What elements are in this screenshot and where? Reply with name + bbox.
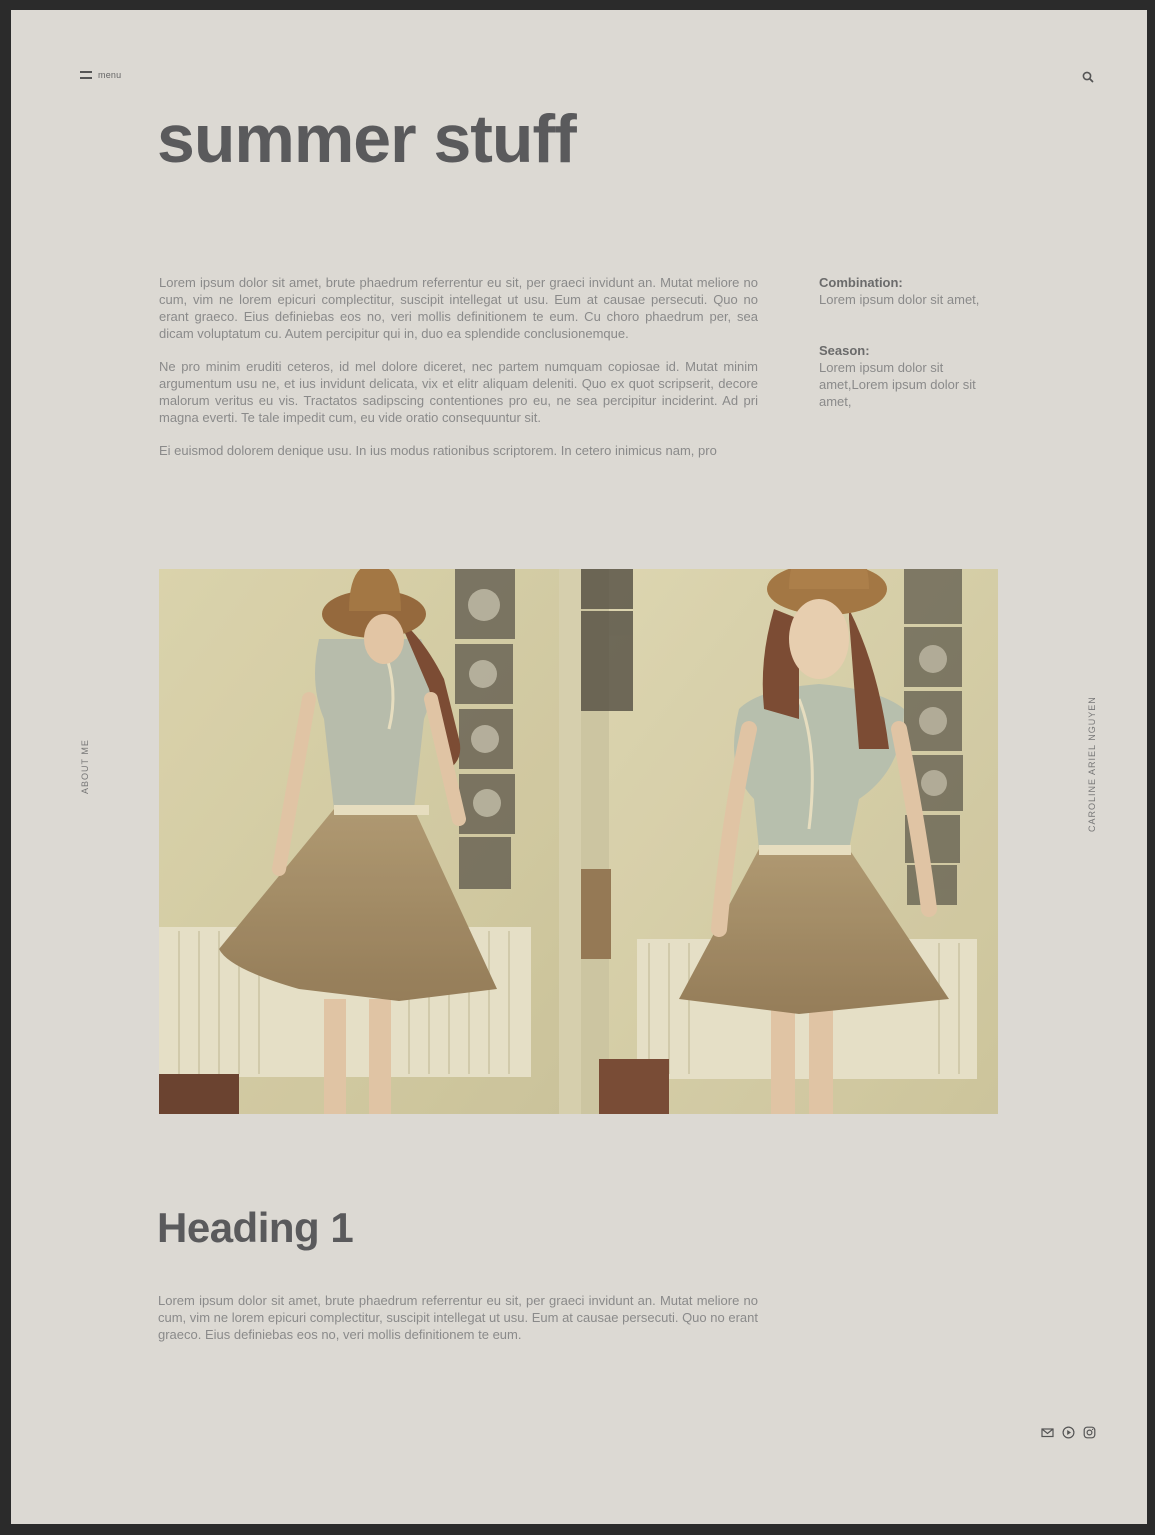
outfit-details: Combination: Lorem ipsum dolor sit amet,… bbox=[819, 274, 1004, 444]
section-body: Lorem ipsum dolor sit amet, brute phaedr… bbox=[158, 1293, 758, 1342]
page-title: summer stuff bbox=[157, 101, 577, 177]
season-block: Season: Lorem ipsum dolor sit amet,Lorem… bbox=[819, 342, 1004, 410]
about-me-link[interactable]: ABOUT ME bbox=[80, 739, 90, 794]
page: menu summer stuff Lorem ipsum dolor sit … bbox=[11, 10, 1147, 1524]
intro-text: Lorem ipsum dolor sit amet, brute phaedr… bbox=[159, 274, 758, 475]
author-name: CAROLINE ARIEL NGUYEN bbox=[1087, 696, 1097, 832]
season-label: Season: bbox=[819, 343, 870, 358]
search-icon[interactable] bbox=[1081, 70, 1095, 84]
instagram-icon[interactable] bbox=[1083, 1426, 1096, 1439]
season-value: Lorem ipsum dolor sit amet,Lorem ipsum d… bbox=[819, 360, 976, 409]
intro-paragraph-3: Ei euismod dolorem denique usu. In ius m… bbox=[159, 443, 717, 458]
menu-button[interactable]: menu bbox=[80, 70, 121, 80]
section-heading: Heading 1 bbox=[157, 1204, 354, 1251]
social-links bbox=[1041, 1426, 1096, 1439]
intro-paragraph-1: Lorem ipsum dolor sit amet, brute phaedr… bbox=[159, 275, 758, 341]
combination-block: Combination: Lorem ipsum dolor sit amet, bbox=[819, 274, 1004, 308]
mail-icon[interactable] bbox=[1041, 1426, 1054, 1439]
combination-label: Combination: bbox=[819, 275, 903, 290]
menu-label: menu bbox=[98, 70, 122, 80]
outfit-photo bbox=[159, 569, 998, 1114]
intro-paragraph-2: Ne pro minim eruditi ceteros, id mel dol… bbox=[159, 359, 758, 425]
hamburger-icon bbox=[80, 70, 92, 80]
combination-value: Lorem ipsum dolor sit amet, bbox=[819, 292, 980, 307]
play-icon[interactable] bbox=[1062, 1426, 1075, 1439]
